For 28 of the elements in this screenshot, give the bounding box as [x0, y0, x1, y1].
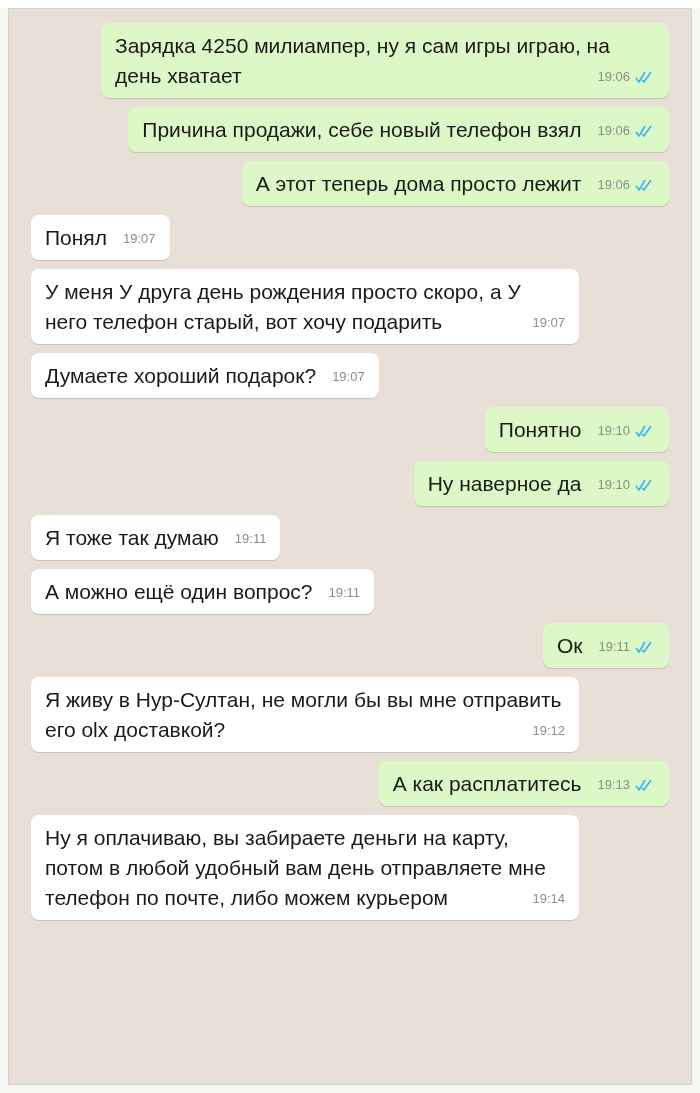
- message-bubble: Понял 19:07: [31, 215, 170, 260]
- message-time: 19:14: [532, 891, 565, 907]
- message-bubble: Ок 19:11: [542, 623, 669, 668]
- message-bubble: Причина продажи, себе новый телефон взял 19:06: [128, 107, 669, 152]
- message-time: 19:07: [532, 315, 565, 331]
- message-time: 19:11: [328, 585, 361, 601]
- message-bubble: Зарядка 4250 милиампер, ну я сам игры играю, на день хватает 19:06: [101, 23, 669, 98]
- message-time: 19:07: [332, 369, 365, 385]
- message-time: 19:06: [597, 177, 630, 193]
- message-time: 19:11: [598, 639, 630, 655]
- message-bubble: Думаете хороший подарок? 19:07: [31, 353, 379, 398]
- message-time: 19:11: [234, 531, 267, 547]
- message-bubble: А можно ещё один вопрос? 19:11: [31, 569, 375, 614]
- message-bubble: А как расплатитесь 19:13: [378, 761, 669, 806]
- message-time: 19:10: [597, 423, 630, 439]
- message-time: 19:13: [597, 777, 630, 793]
- message-bubble: Понятно 19:10: [484, 407, 669, 452]
- message-time: 19:06: [597, 123, 630, 139]
- message-time: 19:12: [532, 723, 565, 739]
- message-bubble: У меня У друга день рождения просто скоро, а У него телефон старый, вот хочу подарить 19:07: [31, 269, 579, 344]
- message-bubble: Ну я оплачиваю, вы забираете деньги на карту, потом в любой удобный вам день отправляете мне телефон по почте, либо можем курьером 19:14: [31, 815, 579, 920]
- message-bubble: Я тоже так думаю 19:11: [31, 515, 281, 560]
- message-bubble: А этот теперь дома просто лежит 19:06: [241, 161, 669, 206]
- message-time: 19:10: [597, 477, 630, 493]
- message-bubble: Ну наверное да 19:10: [413, 461, 669, 506]
- message-time: 19:06: [597, 69, 630, 85]
- message-bubble: Я живу в Нур-Султан, не могли бы вы мне отправить его olx доставкой? 19:12: [31, 677, 579, 752]
- message-time: 19:07: [123, 231, 156, 247]
